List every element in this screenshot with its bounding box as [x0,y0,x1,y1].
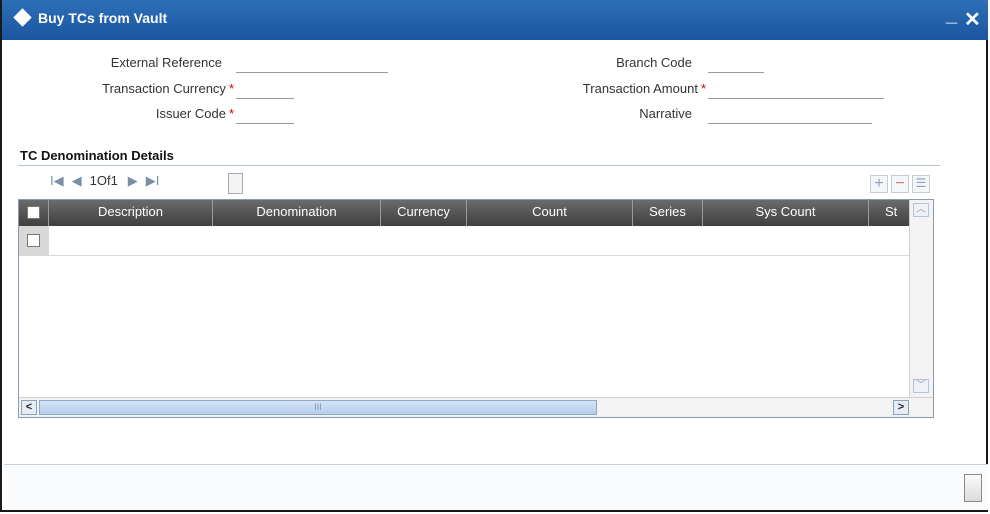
denomination-grid: Description Denomination Currency Count … [18,199,934,418]
section-divider [18,165,940,166]
minimize-button[interactable]: _ [946,4,957,27]
next-page-icon[interactable]: ▶ [128,173,138,189]
external-reference-label: External Reference [62,55,222,70]
column-header-status[interactable]: St [869,200,909,226]
external-reference-label-text: External Reference [110,55,222,70]
column-header-denomination[interactable]: Denomination [213,200,381,226]
prev-page-icon[interactable]: ◀ [72,173,82,189]
scroll-up-icon[interactable]: ︿ [913,203,929,217]
branch-code-label-text: Branch Code [616,55,692,70]
thumb-grip: III [314,402,322,412]
dialog-window: Buy TCs from Vault _ ✕ External Referenc… [0,0,988,512]
row-checkbox[interactable] [27,234,40,247]
table-row[interactable] [19,226,909,256]
horizontal-scrollbar[interactable]: < III > [19,397,933,417]
close-button[interactable]: ✕ [964,7,981,32]
external-reference-field[interactable] [236,72,388,73]
issuer-code-label-text: Issuer Code [155,106,226,121]
grid-header: Description Denomination Currency Count … [19,200,909,226]
add-row-button[interactable]: + [870,175,888,193]
column-header-series[interactable]: Series [633,200,703,226]
transaction-amount-field[interactable] [708,98,884,99]
first-page-icon[interactable]: I◀ [50,173,64,189]
vertical-scrollbar[interactable]: ︿ ﹀ [909,200,933,397]
diamond-icon [13,8,32,27]
select-all-checkbox[interactable] [27,206,40,219]
required-marker: * [228,81,234,96]
page-indicator: 1Of1 [89,173,118,188]
title-bar: Buy TCs from Vault _ ✕ [2,0,988,40]
footer-button[interactable] [964,474,982,502]
transaction-amount-label-text: Transaction Amount [582,81,698,96]
footer [4,465,988,510]
delete-row-button[interactable]: − [891,175,909,193]
transaction-amount-label: Transaction Amount * [502,81,706,96]
pager: I◀ ◀ 1Of1 ▶ ▶I [50,173,167,189]
narrative-label-text: Narrative [639,106,692,121]
required-marker: * [700,81,706,96]
transaction-currency-label-text: Transaction Currency [102,81,226,96]
row-select-cell [19,226,49,255]
column-header-description[interactable]: Description [49,200,213,226]
narrative-field[interactable] [708,123,872,124]
branch-code-label: Branch Code [542,55,692,70]
narrative-label: Narrative [562,106,692,121]
single-view-button[interactable]: ☰ [912,175,930,193]
window-title: Buy TCs from Vault [38,10,168,26]
issuer-code-field[interactable] [236,123,294,124]
column-header-sys-count[interactable]: Sys Count [703,200,869,226]
transaction-currency-field[interactable] [236,98,294,99]
transaction-currency-label: Transaction Currency * [42,81,234,96]
column-header-count[interactable]: Count [467,200,633,226]
column-header-currency[interactable]: Currency [381,200,467,226]
required-marker: * [228,106,234,121]
horizontal-scroll-thumb[interactable]: III [39,400,597,415]
issuer-code-label: Issuer Code * [82,106,234,121]
last-page-icon[interactable]: ▶I [146,173,160,189]
page-jump-input[interactable] [228,173,243,194]
section-title: TC Denomination Details [20,148,174,163]
branch-code-field[interactable] [708,72,764,73]
scroll-down-icon[interactable]: ﹀ [913,379,929,393]
scroll-left-icon[interactable]: < [21,400,37,415]
scroll-right-icon[interactable]: > [893,400,909,415]
select-all-cell [19,200,49,226]
